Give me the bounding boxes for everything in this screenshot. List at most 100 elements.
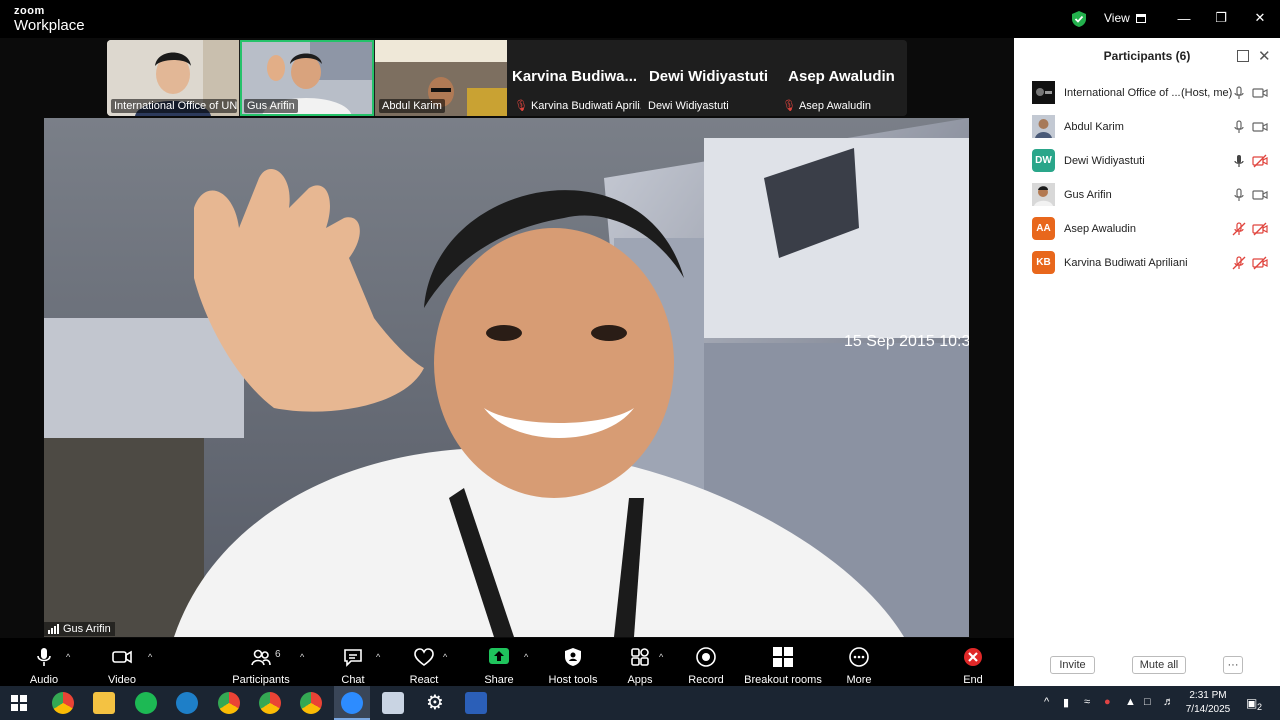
participant-row[interactable]: DW Dewi Widiyastuti [1014, 144, 1280, 178]
tile-big-name: Asep Awaludin [788, 68, 895, 85]
more-icon [849, 647, 869, 667]
camera-icon[interactable] [1252, 120, 1268, 134]
meeting-toolbar: Audio ^ Video ^ Participants 6 ^ Chat ^ … [0, 638, 1014, 686]
host-tools-button[interactable]: Host tools [548, 638, 598, 686]
chat-button[interactable]: Chat [336, 638, 370, 686]
tile-label: Dewi Widiyastuti [648, 100, 729, 112]
audio-button[interactable]: Audio [22, 638, 66, 686]
zoom-app-icon[interactable] [341, 692, 363, 714]
tile-abdul-karim[interactable]: Abdul Karim [375, 40, 507, 116]
mic-icon[interactable] [1232, 188, 1246, 202]
camera-off-icon[interactable] [1252, 154, 1268, 168]
spotify-icon[interactable] [135, 692, 157, 714]
tray-network-error-icon[interactable]: ● [1104, 696, 1111, 708]
camera-icon[interactable] [1252, 188, 1268, 202]
tray-display-icon[interactable]: □ [1144, 696, 1151, 708]
chrome-icon[interactable] [52, 692, 74, 714]
encryption-shield-icon[interactable] [1071, 10, 1087, 28]
react-button[interactable]: React [406, 638, 442, 686]
tile-big-name: Dewi Widiyastuti [648, 68, 769, 85]
word-icon[interactable] [465, 692, 487, 714]
tile-label: Karvina Budiwati Aprili... [530, 99, 641, 112]
more-options-button[interactable]: ··· [1223, 656, 1243, 674]
apps-button[interactable]: Apps [624, 638, 656, 686]
chrome-profile-icon[interactable] [218, 692, 240, 714]
mic-icon[interactable] [1232, 86, 1246, 100]
audio-caret-icon[interactable]: ^ [66, 652, 70, 662]
invite-button[interactable]: Invite [1050, 656, 1095, 674]
tray-mic-icon[interactable]: ▲ [1125, 696, 1136, 708]
close-panel-icon[interactable]: ✕ [1258, 47, 1271, 65]
windows-start-icon[interactable] [11, 695, 27, 711]
tile-karvina[interactable]: Karvina Budiwa... 🎙︎ Karvina Budiwati Ap… [508, 40, 641, 116]
record-label: Record [688, 674, 724, 686]
notification-count: 2 [1257, 702, 1263, 712]
participant-row[interactable]: AA Asep Awaludin [1014, 212, 1280, 246]
mic-active-icon[interactable] [1232, 154, 1246, 168]
mic-muted-icon[interactable] [1232, 256, 1246, 270]
share-caret-icon[interactable]: ^ [524, 652, 528, 662]
participant-role: (Host, me) [1181, 87, 1233, 99]
end-label: End [963, 674, 983, 686]
mic-muted-icon: 🎙︎ [782, 100, 796, 112]
breakout-rooms-button[interactable]: Breakout rooms [742, 638, 824, 686]
mic-muted-icon[interactable] [1232, 222, 1246, 236]
settings-gear-icon[interactable]: ⚙ [424, 692, 446, 714]
title-bar: zoom Workplace View — ❐ ✕ [0, 0, 1280, 38]
breakout-label: Breakout rooms [744, 674, 822, 686]
end-button[interactable]: End [958, 638, 988, 686]
mic-icon[interactable] [1232, 120, 1246, 134]
tray-volume-icon[interactable]: ♬ [1163, 696, 1174, 708]
maximize-icon[interactable]: ❐ [1210, 8, 1232, 28]
tray-expand-icon[interactable]: ^ [1044, 696, 1049, 708]
minimize-icon[interactable]: — [1173, 8, 1195, 28]
file-explorer-icon[interactable] [93, 692, 115, 714]
apps-icon [631, 648, 649, 666]
tile-gus-arifin[interactable]: Gus Arifin [240, 40, 374, 116]
chat-caret-icon[interactable]: ^ [376, 652, 380, 662]
react-caret-icon[interactable]: ^ [443, 652, 447, 662]
video-caret-icon[interactable]: ^ [148, 652, 152, 662]
tile-international-office[interactable]: International Office of UN... [107, 40, 239, 116]
camera-off-icon[interactable] [1252, 222, 1268, 236]
tile-small-label: 🎙︎ Karvina Budiwati Aprili... [514, 99, 641, 113]
close-icon[interactable]: ✕ [1249, 8, 1271, 28]
notification-center-icon[interactable]: ▣ [1246, 696, 1257, 710]
taskbar-clock[interactable]: 2:31 PM 7/14/2025 [1180, 689, 1236, 717]
view-button[interactable]: View [1104, 11, 1146, 25]
participant-row[interactable]: Abdul Karim [1014, 110, 1280, 144]
apps-caret-icon[interactable]: ^ [659, 652, 663, 662]
tile-dewi[interactable]: Dewi Widiyastuti Dewi Widiyastuti [642, 40, 775, 116]
participants-caret-icon[interactable]: ^ [300, 652, 304, 662]
chat-icon [344, 649, 362, 667]
edge-icon[interactable] [176, 692, 198, 714]
share-button[interactable]: Share [480, 638, 518, 686]
avatar: KB [1032, 251, 1055, 274]
mute-all-button[interactable]: Mute all [1132, 656, 1186, 674]
participants-button[interactable]: Participants [231, 638, 291, 686]
participant-row[interactable]: International Office of ... (Host, me) [1014, 76, 1280, 110]
tray-battery-icon[interactable]: ▮ [1063, 696, 1069, 709]
tile-label: Gus Arifin [244, 99, 298, 113]
participants-count: 6 [275, 649, 281, 660]
popout-icon[interactable] [1237, 50, 1249, 62]
more-button[interactable]: More [843, 638, 875, 686]
camera-icon[interactable] [1252, 86, 1268, 100]
chrome-profile-icon[interactable] [300, 692, 322, 714]
avatar [1032, 81, 1055, 104]
camera-off-icon[interactable] [1252, 256, 1268, 270]
tile-asep[interactable]: Asep Awaludin 🎙︎ Asep Awaludin [776, 40, 907, 116]
video-button[interactable]: Video [100, 638, 144, 686]
remote-desktop-icon[interactable] [382, 692, 404, 714]
tray-wifi-icon[interactable]: ≈ [1084, 696, 1090, 708]
host-tools-label: Host tools [548, 674, 598, 686]
participant-row[interactable]: KB Karvina Budiwati Apriliani [1014, 246, 1280, 280]
main-speaker-video[interactable]: 15 Sep 2015 10:35:37 [44, 118, 969, 637]
participant-name: Asep Awaludin [1064, 223, 1136, 235]
record-button[interactable]: Record [688, 638, 724, 686]
participant-name: Dewi Widiyastuti [1064, 155, 1145, 167]
end-meeting-icon [964, 648, 982, 666]
participant-row[interactable]: Gus Arifin [1014, 178, 1280, 212]
chrome-profile-icon[interactable] [259, 692, 281, 714]
participant-list: International Office of ... (Host, me) A… [1014, 76, 1280, 280]
